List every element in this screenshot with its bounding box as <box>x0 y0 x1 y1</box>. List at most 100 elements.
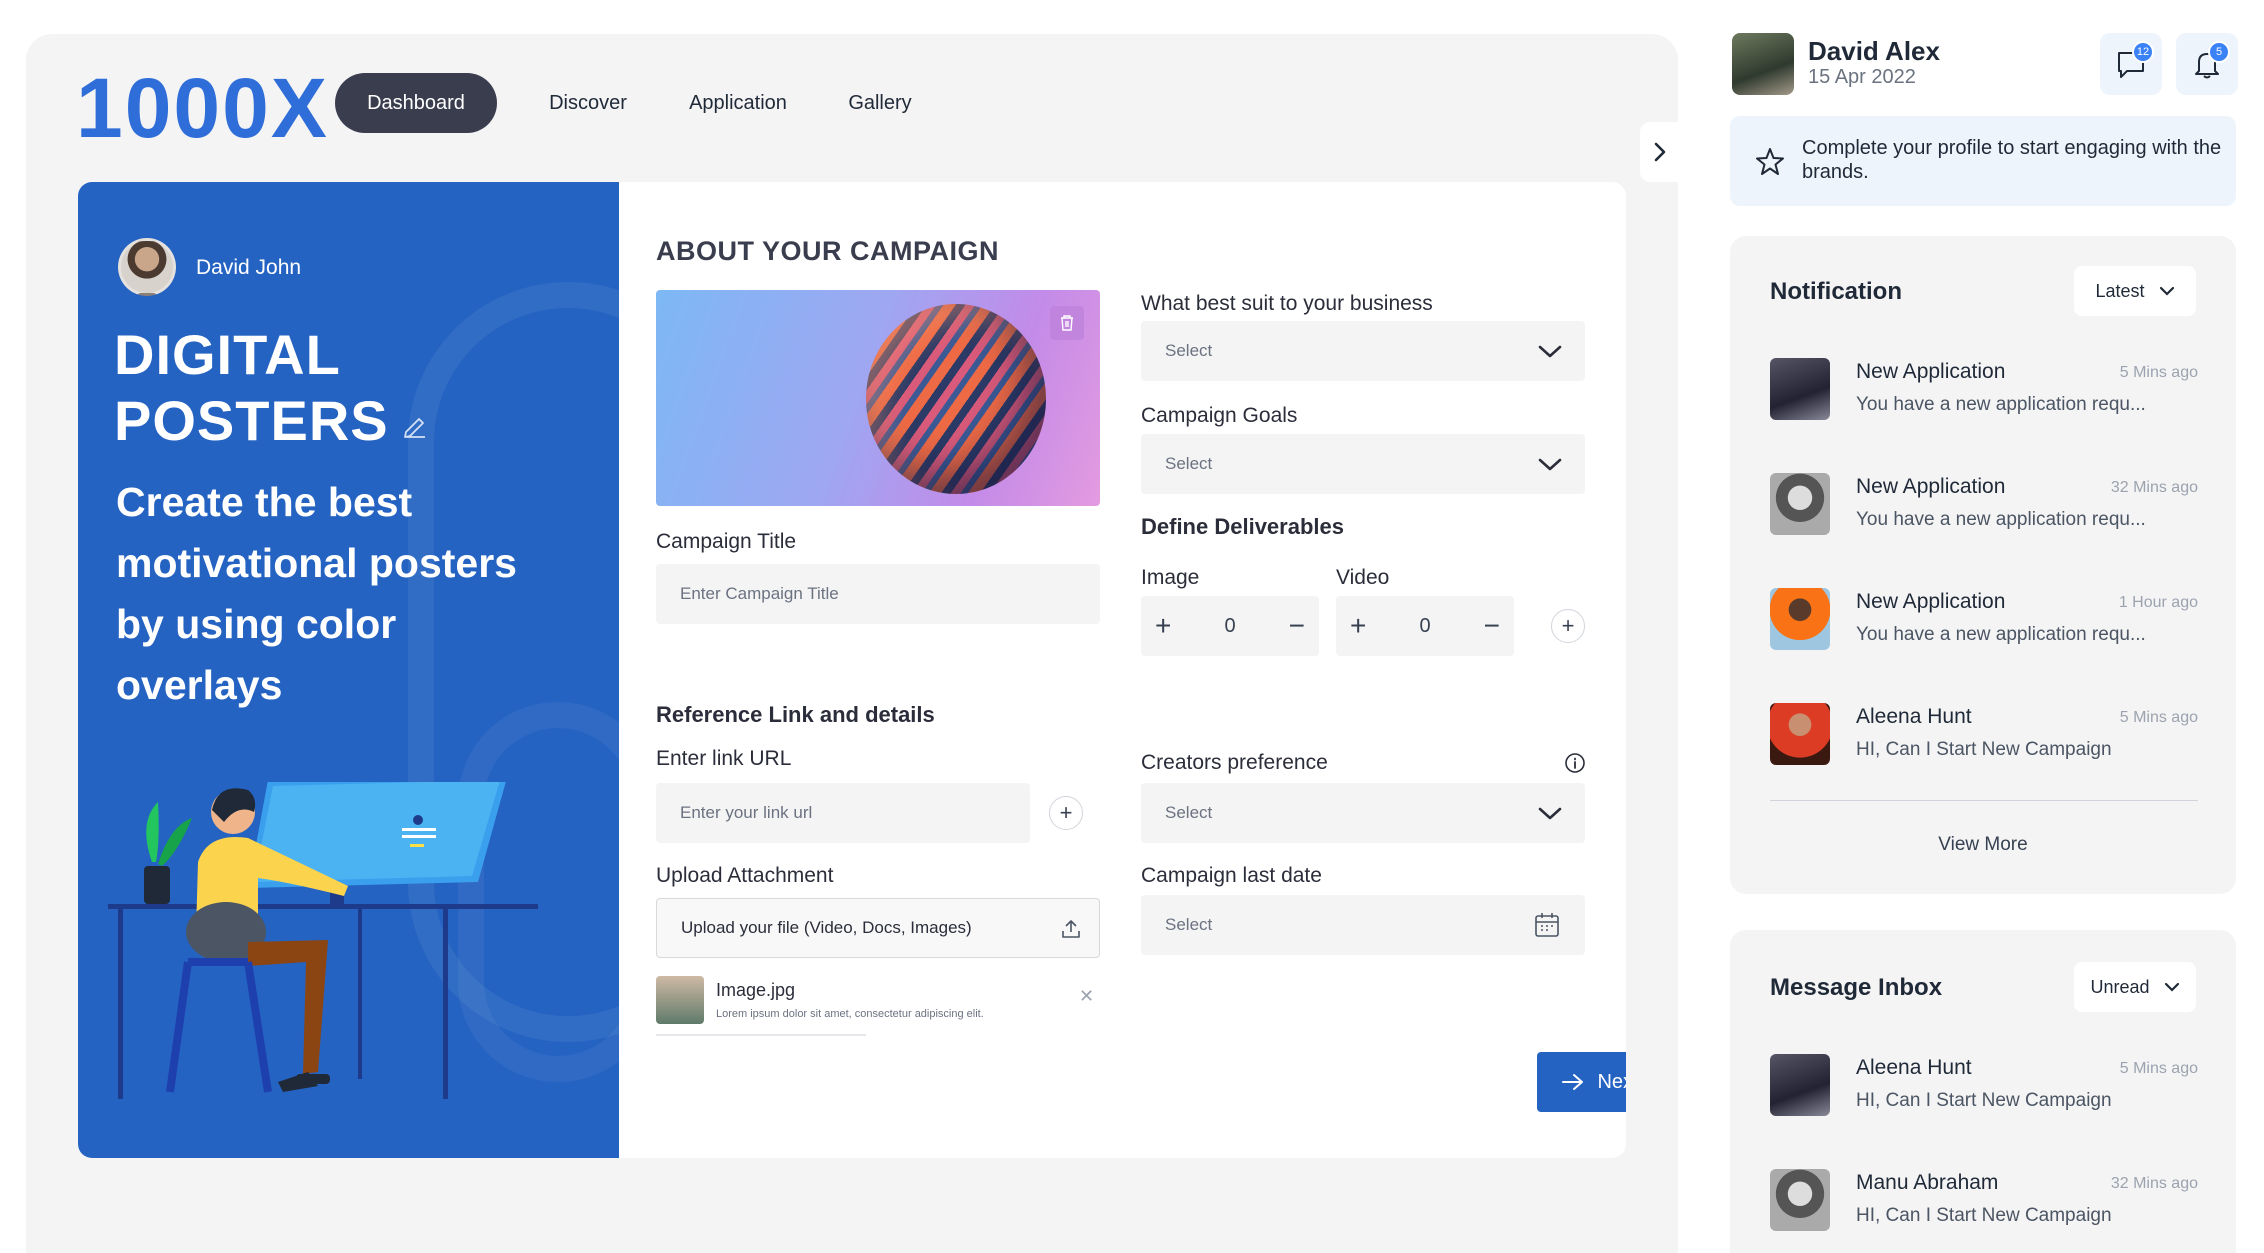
add-link-button[interactable]: + <box>1049 796 1083 830</box>
business-label: What best suit to your business <box>1141 292 1433 315</box>
upload-attachment-input[interactable]: Upload your file (Video, Docs, Images) <box>656 898 1100 958</box>
last-date-label: Campaign last date <box>1141 864 1322 887</box>
creators-label: Creators preference <box>1141 751 1328 774</box>
profile-avatar[interactable] <box>1732 33 1794 95</box>
edit-pencil-icon[interactable] <box>400 414 428 442</box>
notification-count-badge: 5 <box>2208 41 2230 63</box>
avatar <box>1770 1169 1830 1231</box>
video-label: Video <box>1336 566 1390 589</box>
last-date-picker[interactable]: Select <box>1141 895 1585 955</box>
notification-item-title: New Application <box>1856 590 2006 613</box>
brand-logo[interactable]: 1000X <box>76 66 329 150</box>
link-label: Enter link URL <box>656 747 792 770</box>
notification-item-time: 5 Mins ago <box>2119 709 2198 726</box>
notification-filter-dropdown[interactable]: Latest <box>2074 266 2196 316</box>
chevron-down-icon <box>2159 286 2174 296</box>
message-item-time: 5 Mins ago <box>2119 1060 2198 1077</box>
message-item[interactable]: Manu Abraham 32 Mins ago HI, Can I Start… <box>1770 1169 2198 1239</box>
nav-discover[interactable]: Discover <box>530 73 646 133</box>
campaign-cover-image[interactable] <box>656 290 1100 506</box>
plus-icon[interactable]: + <box>1155 610 1171 642</box>
notification-item[interactable]: New Application 5 Mins ago You have a ne… <box>1770 358 2198 428</box>
next-button[interactable]: Next <box>1537 1052 1626 1112</box>
quantity-value: 0 <box>1419 614 1431 637</box>
message-inbox-card: Message Inbox Unread Aleena Hunt 5 Mins … <box>1730 930 2236 1253</box>
message-item-sender: Manu Abraham <box>1856 1171 1999 1194</box>
notification-item[interactable]: New Application 32 Mins ago You have a n… <box>1770 473 2198 543</box>
goals-select[interactable]: Select <box>1141 434 1585 494</box>
upload-progress-track <box>656 1034 866 1036</box>
plus-icon: + <box>1059 800 1073 825</box>
inbox-filter-dropdown[interactable]: Unread <box>2074 962 2196 1012</box>
complete-profile-banner[interactable]: Complete your profile to start engaging … <box>1730 116 2236 206</box>
profile-date: 15 Apr 2022 <box>1808 66 1916 88</box>
notification-item-body: HI, Can I Start New Campaign <box>1856 739 2112 760</box>
image-quantity-stepper[interactable]: + 0 − <box>1141 596 1319 656</box>
select-value: Select <box>1165 341 1213 360</box>
notification-item[interactable]: Aleena Hunt 5 Mins ago HI, Can I Start N… <box>1770 703 2198 773</box>
notification-item-time: 5 Mins ago <box>2119 364 2198 381</box>
hero-user-name: David John <box>196 256 302 279</box>
hero-title-line: POSTERS <box>114 389 389 452</box>
next-label: Next <box>1597 1070 1626 1093</box>
placeholder: Enter your link url <box>680 803 813 822</box>
placeholder: Enter Campaign Title <box>680 584 839 603</box>
filter-value: Unread <box>2090 976 2150 997</box>
trash-icon <box>1061 315 1073 331</box>
attachment-thumbnail <box>656 976 704 1024</box>
plus-icon: + <box>1561 613 1575 638</box>
arrow-right-icon <box>1562 1074 1584 1090</box>
upload-label: Upload Attachment <box>656 864 834 887</box>
hero-subtitle: Create the best motivational posters by … <box>116 479 517 708</box>
placeholder: Upload your file (Video, Docs, Images) <box>681 918 972 937</box>
chevron-down-icon <box>1538 345 1562 358</box>
notification-item-title: New Application <box>1856 475 2006 498</box>
notifications-button[interactable]: 5 <box>2176 33 2238 95</box>
nav-gallery[interactable]: Gallery <box>830 73 930 133</box>
nav-dashboard[interactable]: Dashboard <box>335 73 497 133</box>
video-quantity-stepper[interactable]: + 0 − <box>1336 596 1514 656</box>
message-item-time: 32 Mins ago <box>2110 1175 2198 1192</box>
nav-application[interactable]: Application <box>670 73 806 133</box>
link-url-input[interactable]: Enter your link url <box>656 783 1030 843</box>
attachment-description: Lorem ipsum dolor sit amet, consectetur … <box>716 1008 984 1020</box>
message-item[interactable]: Aleena Hunt 5 Mins ago HI, Can I Start N… <box>1770 1054 2198 1124</box>
attachment-name: Image.jpg <box>716 980 796 1000</box>
creators-select[interactable]: Select <box>1141 783 1585 843</box>
banner-text: Complete your profile to start engaging … <box>1802 137 2222 183</box>
deliverables-title: Define Deliverables <box>1141 514 1344 539</box>
notification-item-body: You have a new application requ... <box>1856 509 2146 530</box>
add-deliverable-button[interactable]: + <box>1551 609 1585 643</box>
chevron-down-icon <box>1538 807 1562 820</box>
notification-item-time: 32 Mins ago <box>2110 479 2198 496</box>
chevron-down-icon <box>1538 458 1562 471</box>
hero-title-line: DIGITAL <box>114 323 341 386</box>
notification-item-title: Aleena Hunt <box>1856 705 1972 728</box>
profile-name: David Alex <box>1808 36 1940 66</box>
notification-item-time: 1 Hour ago <box>2118 594 2198 611</box>
minus-icon[interactable]: − <box>1289 610 1305 642</box>
chevron-down-icon <box>2164 982 2179 992</box>
message-item-preview: HI, Can I Start New Campaign <box>1856 1205 2112 1226</box>
notification-item-body: You have a new application requ... <box>1856 624 2146 645</box>
campaign-title-input[interactable]: Enter Campaign Title <box>656 564 1100 624</box>
hero-panel: David John DIGITAL POSTERS Create the be… <box>78 182 619 1158</box>
delete-image-button[interactable] <box>1050 306 1084 340</box>
remove-attachment-icon[interactable]: ✕ <box>1079 986 1094 1007</box>
plus-icon[interactable]: + <box>1350 610 1366 642</box>
select-value: Select <box>1165 454 1213 473</box>
minus-icon[interactable]: − <box>1484 610 1500 642</box>
avatar <box>1770 358 1830 420</box>
person-at-computer-illustration <box>108 782 538 1099</box>
collapse-sidebar-button[interactable] <box>1640 122 1680 182</box>
business-select[interactable]: Select <box>1141 321 1585 381</box>
info-icon[interactable] <box>1564 752 1586 774</box>
view-more-link[interactable]: View More <box>1730 834 2236 856</box>
notification-card: Notification Latest New Application 5 Mi… <box>1730 236 2236 894</box>
campaign-form: ABOUT YOUR CAMPAIGN Campaign Title Enter… <box>619 182 1626 1158</box>
message-item-sender: Aleena Hunt <box>1856 1056 1972 1079</box>
notification-item[interactable]: New Application 1 Hour ago You have a ne… <box>1770 588 2198 658</box>
image-label: Image <box>1141 566 1200 589</box>
messages-button[interactable]: 12 <box>2100 33 2162 95</box>
upload-icon <box>1062 920 1080 938</box>
